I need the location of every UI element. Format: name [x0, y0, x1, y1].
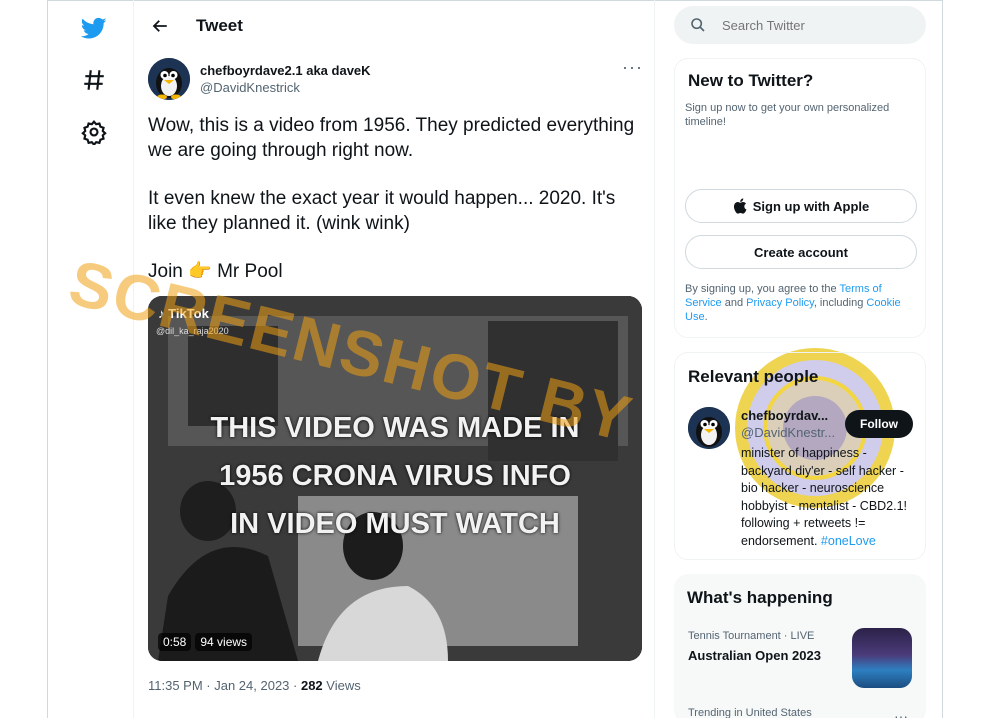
tweet-line-2: It even knew the exact year it would hap… [148, 188, 616, 234]
caption-line-3: IN VIDEO MUST WATCH [230, 508, 560, 540]
hashtag-icon[interactable] [70, 62, 118, 98]
create-account-button[interactable]: Create account [685, 235, 917, 269]
tweet-author[interactable]: chefboyrdave2.1 aka daveK @DavidKnestric… [148, 58, 371, 100]
tweet-date[interactable]: 11:35 PM · Jan 24, 2023 · [148, 678, 301, 693]
new-to-twitter-title: New to Twitter? [688, 71, 814, 90]
tweet-line-3: Join 👉 Mr Pool [148, 259, 638, 284]
sign-up-apple-button[interactable]: Sign up with Apple [685, 189, 917, 223]
relevant-people-title: Relevant people [688, 367, 819, 386]
avatar[interactable] [688, 407, 730, 449]
trend-meta[interactable]: Tennis Tournament · LIVE [688, 630, 814, 642]
trend-image[interactable] [852, 628, 912, 688]
video-caption: THIS VIDEO WAS MADE IN 1956 CRONA VIRUS … [148, 404, 642, 548]
view-count[interactable]: 282 [301, 678, 323, 693]
more-options-icon[interactable]: ··· [894, 708, 908, 718]
tweet-timestamp[interactable]: 11:35 PM · Jan 24, 2023 · 282 Views [148, 678, 361, 693]
sign-up-apple-label: Sign up with Apple [752, 198, 870, 214]
more-options-icon[interactable]: ··· [622, 58, 642, 78]
signup-legal-text: By signing up, you agree to the Terms of… [685, 282, 917, 324]
twitter-logo-icon[interactable] [70, 10, 118, 46]
search-input[interactable] [722, 17, 912, 33]
legal-prefix: By signing up, you agree to the [685, 283, 840, 295]
tiktok-label: TikTok [168, 306, 209, 321]
whats-happening-card: What's happening Tennis Tournament · LIV… [674, 574, 926, 718]
relevant-handle[interactable]: @DavidKnestr... [741, 425, 835, 440]
signup-subtitle: Sign up now to get your own personalized… [685, 102, 890, 128]
video-views: 94 views [195, 633, 253, 651]
join-prefix: Join [148, 261, 183, 282]
view-label: Views [322, 678, 361, 693]
page-title: Tweet [196, 16, 243, 35]
bio-hashtag-link[interactable]: #oneLove [821, 534, 876, 548]
video-duration: 0:58 [158, 633, 192, 651]
tweet-line-1: Wow, this is a video from 1956. They pre… [148, 115, 635, 161]
tiktok-brand: ♪ TikTok [158, 306, 209, 321]
author-name[interactable]: chefboyrdave2.1 aka daveK [200, 62, 371, 79]
gear-icon[interactable] [70, 114, 118, 150]
trend-title[interactable]: Australian Open 2023 [688, 648, 821, 663]
search-icon [691, 18, 705, 32]
tweet-text: Wow, this is a video from 1956. They pre… [148, 113, 638, 284]
bio-text: minister of happiness - backyard diy'er … [741, 446, 908, 548]
video-meta: 0:58 94 views [158, 633, 253, 651]
caption-line-1: THIS VIDEO WAS MADE IN [210, 412, 580, 444]
legal-period: . [704, 311, 708, 323]
avatar[interactable] [148, 58, 190, 100]
author-handle[interactable]: @DavidKnestrick [200, 79, 371, 96]
header: Tweet [134, 0, 654, 52]
legal-including: , including [813, 297, 867, 309]
main-column: Tweet chefboyrdave2.1 aka daveK @DavidKn… [133, 0, 655, 718]
follow-button[interactable]: Follow [845, 410, 913, 438]
left-nav [70, 10, 118, 166]
privacy-link[interactable]: Privacy Policy [746, 297, 814, 309]
whats-happening-title: What's happening [687, 588, 833, 607]
tiktok-user: @dil_ka_raja2020 [156, 326, 229, 336]
apple-icon [733, 198, 747, 214]
search-box[interactable] [674, 6, 926, 44]
back-arrow-icon[interactable] [142, 8, 178, 44]
tweet-video[interactable]: ♪ TikTok @dil_ka_raja2020 THIS VIDEO WAS… [148, 296, 642, 661]
pointing-hand-icon: 👉 [188, 261, 212, 282]
relevant-people-card: Relevant people chefboyrdav... @DavidKne… [674, 352, 926, 560]
trend-meta-2[interactable]: Trending in United States [688, 707, 812, 718]
relevant-bio: minister of happiness - backyard diy'er … [741, 445, 919, 551]
join-suffix: Mr Pool [217, 261, 283, 282]
relevant-name[interactable]: chefboyrdav... [741, 408, 828, 423]
legal-and: and [721, 297, 747, 309]
caption-line-2: 1956 CRONA VIRUS INFO [219, 460, 571, 492]
new-to-twitter-card: New to Twitter? Sign up now to get your … [674, 58, 926, 338]
